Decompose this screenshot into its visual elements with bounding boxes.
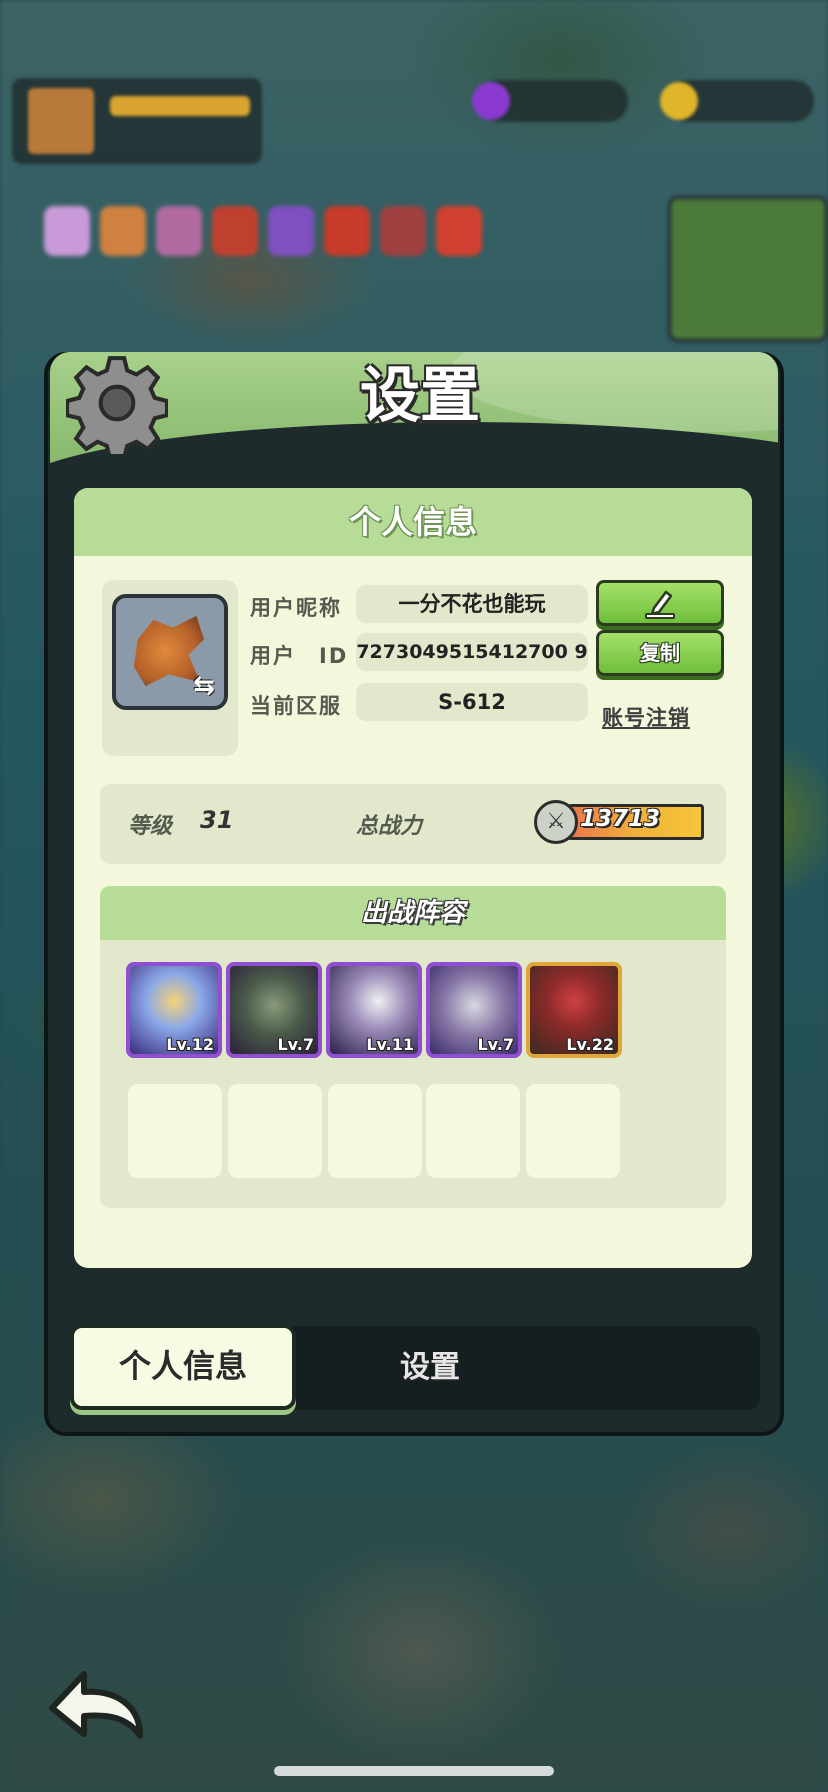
hud-icon [436, 206, 482, 256]
gear-icon [66, 356, 168, 454]
hud-gem-counter [472, 80, 628, 122]
level-value: 31 [200, 806, 234, 834]
empty-slot[interactable] [128, 1084, 222, 1178]
empty-slot[interactable] [426, 1084, 520, 1178]
hero-slot-4[interactable]: Lv.7 [426, 962, 522, 1058]
level-label: 等级 [128, 814, 173, 839]
hero-level: Lv.7 [477, 1035, 514, 1054]
hud-icon [44, 206, 90, 256]
tab-profile[interactable]: 个人信息 [70, 1324, 296, 1410]
minimap [668, 196, 828, 342]
hud-player-card [12, 78, 262, 164]
avatar-box: ⇆ [102, 580, 238, 756]
hero-slot-1[interactable]: Lv.12 [126, 962, 222, 1058]
server-label: 当前区服 [250, 694, 342, 718]
hud-menu-icons [44, 206, 482, 256]
user-id-field: 7273049515412700 9 [356, 633, 588, 671]
hud-icon [100, 206, 146, 256]
power-label: 总战力 [356, 814, 423, 839]
crossed-swords-icon: ⚔ [534, 800, 578, 844]
user-id-label: 用户 ID [250, 644, 349, 668]
empty-slot[interactable] [328, 1084, 422, 1178]
nickname-field: 一分不花也能玩 [356, 585, 588, 623]
hud-name-bar [110, 96, 250, 116]
avatar[interactable]: ⇆ [112, 594, 228, 710]
gem-icon [472, 82, 510, 120]
profile-card: 个人信息 ⇆ 用户昵称 一分不花也能玩 用户 ID 72730495154127… [74, 488, 752, 1268]
stats-bar: 等级 31 总战力 ⚔ 13713 [100, 784, 726, 864]
hero-level: Lv.7 [277, 1035, 314, 1054]
tab-settings[interactable]: 设置 [370, 1330, 490, 1406]
hud-avatar [28, 88, 94, 154]
hud-icon [212, 206, 258, 256]
hero-level: Lv.11 [366, 1035, 414, 1054]
empty-slot[interactable] [526, 1084, 620, 1178]
panel-title: 设置 [360, 361, 480, 431]
hud-gold-counter [660, 80, 814, 122]
power-value: 13713 [580, 806, 661, 832]
home-indicator [274, 1766, 554, 1776]
swap-icon[interactable]: ⇆ [188, 670, 220, 702]
server-field: S-612 [356, 683, 588, 721]
battle-lineup: 出战阵容 Lv.12 Lv.7 Lv.11 Lv.7 Lv.22 [100, 886, 726, 1208]
edit-nickname-button[interactable] [596, 580, 724, 626]
lineup-title: 出战阵容 [100, 886, 726, 940]
back-arrow-icon[interactable] [44, 1664, 148, 1744]
hud-icon [268, 206, 314, 256]
hero-slot-5[interactable]: Lv.22 [526, 962, 622, 1058]
hud-icon [380, 206, 426, 256]
hud-icon [156, 206, 202, 256]
empty-slot[interactable] [228, 1084, 322, 1178]
hero-level: Lv.22 [566, 1035, 614, 1054]
copy-button[interactable]: 复制 [596, 630, 724, 676]
nickname-label: 用户昵称 [250, 596, 342, 620]
power-badge: ⚔ 13713 [534, 800, 704, 844]
pencil-icon [645, 590, 675, 619]
gold-coin-icon [660, 82, 698, 120]
section-title: 个人信息 [74, 488, 752, 556]
hero-slot-3[interactable]: Lv.11 [326, 962, 422, 1058]
hero-level: Lv.12 [166, 1035, 214, 1054]
hud-icon [324, 206, 370, 256]
account-delete-link[interactable]: 账号注销 [602, 702, 712, 732]
hero-slot-2[interactable]: Lv.7 [226, 962, 322, 1058]
